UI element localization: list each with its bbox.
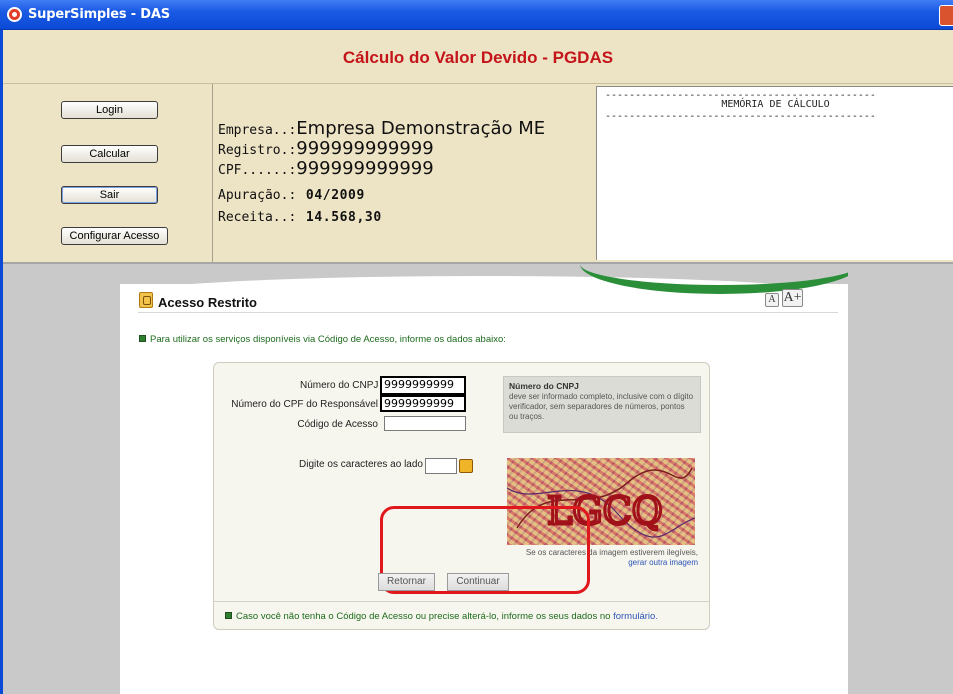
login-button[interactable]: Login bbox=[61, 101, 158, 119]
intro-text: Para utilizar os serviços disponíveis vi… bbox=[139, 334, 506, 345]
cpf-value: 999999999999 bbox=[296, 158, 434, 179]
calcular-button[interactable]: Calcular bbox=[61, 145, 158, 163]
captcha-input[interactable] bbox=[425, 458, 457, 474]
intro-label: Para utilizar os serviços disponíveis vi… bbox=[150, 334, 506, 345]
apuracao-label: Apuração.: bbox=[218, 188, 297, 203]
apuracao-value: 04/2009 bbox=[305, 188, 365, 203]
registro-row: Registro.:999999999999 bbox=[218, 138, 434, 159]
registro-label: Registro.: bbox=[218, 143, 297, 158]
sair-button[interactable]: Sair bbox=[61, 186, 158, 204]
bullet-icon bbox=[225, 612, 232, 619]
close-button[interactable] bbox=[939, 5, 953, 26]
cnpj-hint-box: Número do CNPJ deve ser informado comple… bbox=[503, 376, 701, 433]
acesso-page: Acesso Restrito A A+ Para utilizar os se… bbox=[120, 264, 848, 694]
codigo-acesso-label: Código de Acesso bbox=[297, 419, 378, 430]
empresa-value: Empresa Demonstração ME bbox=[296, 118, 546, 139]
side-gutter-right bbox=[848, 264, 953, 694]
font-decrease-button[interactable]: A bbox=[765, 293, 779, 307]
footer-note: Caso você não tenha o Código de Acesso o… bbox=[225, 611, 658, 622]
cpf-label: CPF......: bbox=[218, 163, 297, 178]
refresh-captcha-link[interactable]: gerar outra imagem bbox=[628, 558, 698, 567]
registro-value: 999999999999 bbox=[296, 138, 434, 159]
page-title: Cálculo do Valor Devido - PGDAS bbox=[342, 48, 614, 67]
page-header: Cálculo do Valor Devido - PGDAS bbox=[3, 30, 953, 84]
empresa-row: Empresa..:Empresa Demonstração ME bbox=[218, 118, 545, 139]
cpf-responsavel-label: Número do CPF do Responsável bbox=[231, 399, 378, 410]
apuracao-row: Apuração.: 04/2009 bbox=[218, 184, 365, 203]
side-gutter-left bbox=[3, 264, 120, 694]
button-column: Login Calcular Sair Configurar Acesso bbox=[3, 84, 213, 262]
receita-row: Receita..: 14.568,30 bbox=[218, 206, 382, 225]
memoria-rule-bottom: ----------------------------------------… bbox=[605, 111, 876, 122]
form-divider bbox=[214, 601, 709, 602]
acesso-title: Acesso Restrito bbox=[158, 295, 257, 310]
cnpj-input[interactable]: 9999999999 bbox=[380, 376, 466, 395]
memoria-heading: MEMÓRIA DE CÁLCULO bbox=[721, 99, 830, 110]
memoria-calculo-panel[interactable]: ----------------------------------------… bbox=[596, 86, 953, 260]
audio-captcha-icon[interactable] bbox=[459, 459, 473, 473]
lock-icon bbox=[139, 292, 153, 308]
font-increase-button[interactable]: A+ bbox=[782, 289, 803, 307]
hint-text: deve ser informado completo, inclusive c… bbox=[509, 392, 694, 421]
cpf-responsavel-input[interactable]: 9999999999 bbox=[380, 395, 466, 412]
title-divider bbox=[138, 312, 838, 313]
receita-label: Receita..: bbox=[218, 210, 297, 225]
captcha-label: Digite os caracteres ao lado bbox=[299, 459, 423, 470]
retornar-button[interactable]: Retornar bbox=[378, 573, 435, 591]
continuar-button[interactable]: Continuar bbox=[447, 573, 509, 591]
empresa-label: Empresa..: bbox=[218, 123, 297, 138]
app-icon bbox=[7, 7, 22, 22]
footer-text: Caso você não tenha o Código de Acesso o… bbox=[236, 611, 611, 622]
login-form: Número do CNPJ 9999999999 Número do CPF … bbox=[213, 362, 710, 630]
window-title: SuperSimples - DAS bbox=[28, 7, 170, 22]
codigo-acesso-input[interactable] bbox=[384, 416, 466, 431]
cpf-row: CPF......:999999999999 bbox=[218, 158, 434, 179]
configurar-acesso-button[interactable]: Configurar Acesso bbox=[61, 227, 168, 245]
formulario-link[interactable]: formulário. bbox=[613, 611, 658, 622]
bullet-icon bbox=[139, 335, 146, 342]
receita-value: 14.568,30 bbox=[305, 210, 382, 225]
cnpj-label: Número do CNPJ bbox=[300, 380, 379, 391]
window-titlebar: SuperSimples - DAS bbox=[0, 0, 953, 30]
hint-title: Número do CNPJ bbox=[509, 381, 579, 391]
